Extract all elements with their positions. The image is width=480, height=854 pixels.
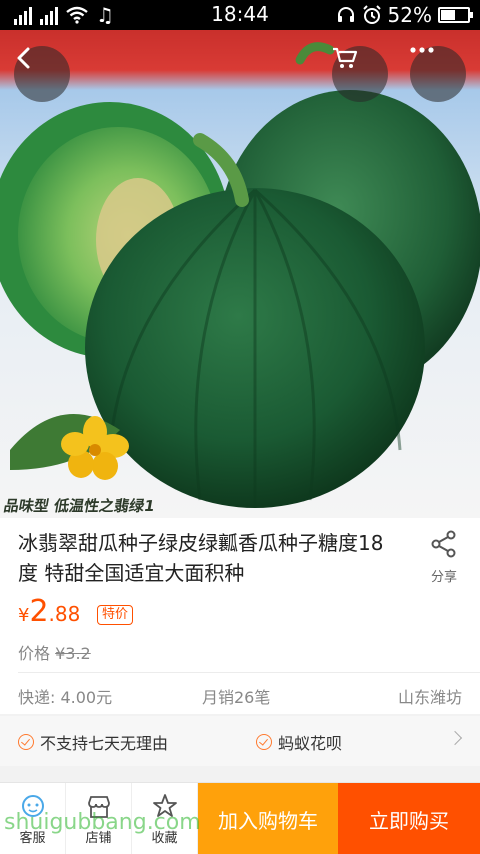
add-to-cart-button[interactable]: 加入购物车 — [198, 783, 338, 854]
divider — [18, 672, 480, 673]
check-circle-icon — [18, 734, 34, 750]
original-price: 价格 ¥3.2 — [18, 640, 91, 664]
service-return-label: 不支持七天无理由 — [40, 734, 169, 753]
location: 山东潍坊 — [397, 688, 462, 707]
favorite-button[interactable]: 收藏 — [132, 783, 198, 854]
product-title: 冰翡翠甜瓜种子绿皮绿瓤香瓜种子糖度18度 特甜全国适宜大面积种 — [18, 531, 384, 585]
status-right: 52% — [336, 3, 473, 27]
shipping-fee: 快递: 4.00元 — [18, 688, 113, 707]
service-row[interactable]: 不支持七天无理由 蚂蚁花呗 — [0, 716, 480, 766]
cart-icon — [333, 47, 358, 68]
status-bar: ♫ 18:44 52% — [0, 0, 480, 30]
product-image[interactable]: 品味型 低温性之翡绿1 — [0, 30, 480, 518]
price-tag-badge: 特价 — [97, 605, 134, 625]
shop-label: 店铺 — [85, 831, 112, 846]
share-label: 分享 — [430, 570, 457, 585]
price-symbol: ¥ — [18, 605, 30, 626]
shop-button[interactable]: 店铺 — [66, 783, 132, 854]
customer-service-icon — [22, 795, 44, 817]
shop-icon — [88, 796, 110, 818]
back-arrow-icon — [17, 47, 30, 69]
original-price-value: ¥3.2 — [55, 644, 91, 663]
cart-button[interactable] — [332, 46, 388, 102]
headset-icon — [337, 7, 354, 22]
share-icon — [431, 530, 456, 558]
back-button[interactable] — [14, 46, 70, 102]
product-info: 冰翡翠甜瓜种子绿皮绿瓤香瓜种子糖度18度 特甜全国适宜大面积种 分享 ¥2.88… — [0, 518, 480, 714]
image-caption: 品味型 低温性之翡绿1 — [2, 497, 157, 515]
monthly-sales: 月销26笔 — [202, 688, 271, 707]
alarm-icon — [362, 5, 381, 24]
service-item-return: 不支持七天无理由 — [18, 730, 168, 754]
bottom-action-bar: 客服 店铺 收藏 加入购物车 立即购买 — [0, 782, 480, 854]
customer-service-button[interactable]: 客服 — [0, 783, 66, 854]
price: ¥2.88 — [18, 594, 80, 629]
service-item-huabei: 蚂蚁花呗 — [256, 730, 342, 754]
more-icon — [410, 47, 434, 53]
more-button[interactable] — [410, 46, 466, 102]
star-icon — [153, 794, 177, 817]
price-decimal: .88 — [48, 602, 81, 626]
battery-icon — [438, 7, 473, 23]
buy-now-button[interactable]: 立即购买 — [338, 783, 480, 854]
check-circle-icon — [256, 734, 272, 750]
melon-illustration — [0, 42, 480, 508]
battery-percent: 52% — [387, 3, 432, 27]
price-integer: 2 — [29, 594, 49, 629]
chevron-right-icon — [447, 730, 463, 746]
share-button[interactable]: 分享 — [424, 530, 464, 585]
customer-service-label: 客服 — [19, 831, 46, 846]
favorite-label: 收藏 — [151, 831, 178, 846]
original-price-label: 价格 — [18, 644, 51, 663]
service-huabei-label: 蚂蚁花呗 — [278, 734, 343, 753]
battery-fill — [441, 10, 455, 20]
screen: ♫ 18:44 52% 品味型 低温性之翡绿1 冰翡翠甜瓜种子绿皮绿瓤香瓜种子糖… — [0, 0, 480, 854]
